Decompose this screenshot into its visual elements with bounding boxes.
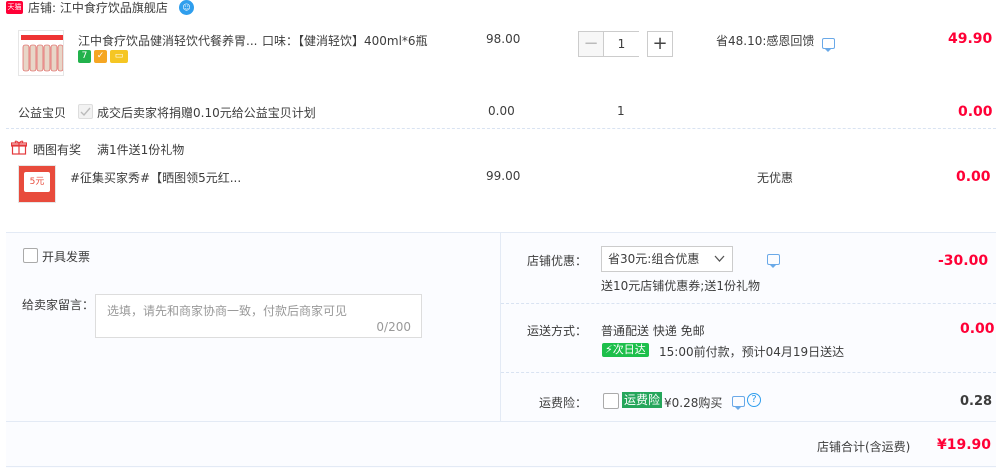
store-discount-label: 店铺优惠：	[527, 254, 588, 268]
qty-minus-button[interactable]: −	[578, 31, 604, 57]
shipping-label: 运送方式：	[527, 324, 588, 338]
discount-chat-icon[interactable]	[767, 254, 780, 268]
bottles-image-icon	[19, 31, 63, 75]
message-placeholder: 选填，请先和商家协商一致，付款后商家可见	[107, 304, 348, 318]
7-day-return-icon[interactable]: 7	[78, 50, 91, 63]
shipping-eta: 15:00前付款，预计04月19日送达	[659, 345, 845, 359]
store-discount-amount: -30.00	[938, 253, 989, 269]
divider	[501, 303, 996, 304]
shipping-method: 普通配送 快递 免邮	[601, 324, 705, 338]
charity-quantity: 1	[617, 104, 625, 118]
qty-input[interactable]: 1	[604, 31, 639, 57]
store-name-link[interactable]: 店铺: 江中食疗饮品旗舰店	[28, 0, 168, 16]
message-label: 给卖家留言：	[22, 298, 95, 312]
qty-plus-button[interactable]: +	[647, 31, 673, 57]
product-price: 98.00	[486, 32, 521, 46]
ww-chat-icon[interactable]: ☺	[179, 0, 194, 15]
store-discount-selected: 省30元:组合优惠	[608, 252, 700, 266]
promo-text: 省48.10:感恩回馈	[716, 34, 815, 48]
insurance-desc: ¥0.28购买	[664, 396, 723, 410]
shipping-amount: 0.00	[960, 321, 995, 337]
card-icon[interactable]: ▭	[110, 50, 128, 63]
help-icon[interactable]: ?	[747, 393, 761, 407]
gift-rule: 满1件送1份礼物	[97, 143, 185, 157]
lightning-icon: ⚡	[605, 343, 613, 356]
gift-promo: 无优惠	[757, 171, 794, 185]
invoice-label: 开具发票	[42, 250, 91, 264]
message-counter: 0/200	[376, 320, 411, 334]
store-discount-desc: 送10元店铺优惠券;送1份礼物	[601, 279, 760, 293]
charity-label: 公益宝贝	[18, 106, 67, 120]
gift-label: 晒图有奖	[33, 143, 82, 157]
order-options-panel	[6, 232, 996, 468]
divider	[6, 466, 996, 467]
insurance-amount: 0.28	[960, 394, 993, 409]
next-day-tag: ⚡次日达	[602, 343, 649, 357]
insurance-chat-icon[interactable]	[732, 396, 745, 410]
store-discount-select[interactable]: 省30元:组合优惠	[601, 246, 733, 272]
product-title-link[interactable]: 江中食疗饮品健消轻饮代餐养胃...	[78, 32, 257, 49]
gift-title-link[interactable]: #征集买家秀#【晒图领5元红...	[70, 169, 241, 186]
charity-price: 0.00	[488, 104, 515, 118]
divider	[501, 372, 996, 373]
insurance-checkbox[interactable]	[603, 393, 619, 409]
invoice-checkbox[interactable]	[23, 248, 38, 263]
tmall-badge: 天猫	[6, 1, 23, 14]
gift-icon	[10, 140, 28, 158]
gift-thumbnail[interactable]: 5元	[18, 165, 56, 203]
charity-subtotal: 0.00	[958, 104, 993, 120]
divider	[6, 128, 996, 129]
guarantee-icon[interactable]: ✓	[94, 50, 107, 63]
insurance-tag: 运费险	[622, 392, 663, 408]
charity-desc: 成交后卖家将捐赠0.10元给公益宝贝计划	[97, 106, 316, 120]
message-textarea[interactable]: 选填，请先和商家协商一致，付款后商家可见 0/200	[95, 294, 422, 338]
service-icons: 7 ✓ ▭	[78, 50, 128, 63]
product-thumbnail[interactable]	[18, 30, 64, 76]
gift-thumb-label: 5元	[24, 172, 50, 192]
gift-price: 99.00	[486, 169, 521, 183]
store-total-label: 店铺合计(含运费)	[817, 440, 911, 454]
product-subtotal: 49.90	[948, 31, 993, 47]
panel-divider	[500, 233, 501, 421]
chevron-down-icon	[714, 255, 725, 262]
promo-chat-icon[interactable]	[822, 38, 835, 52]
gift-subtotal: 0.00	[956, 169, 991, 185]
product-sku: 口味：【健消轻饮】400ml*6瓶	[262, 34, 428, 48]
charity-checkbox	[78, 104, 93, 119]
next-day-tag-text: 次日达	[612, 343, 646, 356]
divider	[6, 421, 996, 422]
store-total-amount: ¥19.90	[937, 437, 992, 453]
insurance-label: 运费险：	[539, 396, 588, 410]
check-icon	[80, 107, 91, 117]
